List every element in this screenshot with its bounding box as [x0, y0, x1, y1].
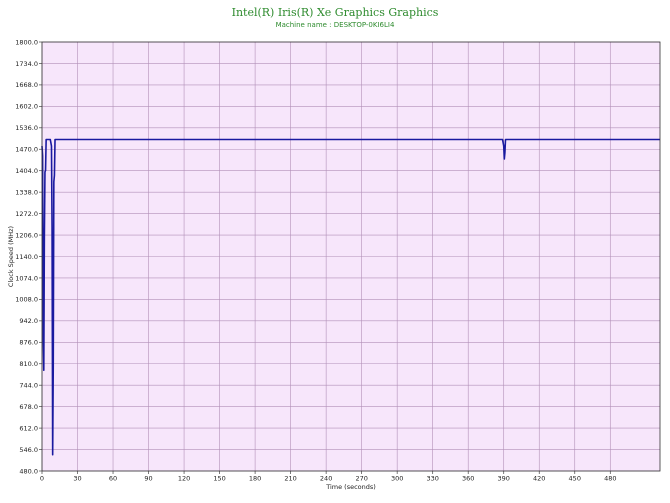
y-tick-label: 1404.0 — [15, 167, 38, 175]
y-tick-label: 744.0 — [19, 382, 38, 390]
x-tick-label: 450 — [569, 475, 581, 483]
y-tick-label: 1338.0 — [15, 188, 38, 196]
x-tick-label: 390 — [498, 475, 510, 483]
y-tick-label: 1602.0 — [15, 103, 38, 111]
y-tick-label: 678.0 — [19, 403, 38, 411]
y-tick-label: 1734.0 — [15, 60, 38, 68]
y-tick-label: 1272.0 — [15, 210, 38, 218]
x-tick-label: 30 — [73, 475, 81, 483]
y-tick-label: 612.0 — [19, 424, 38, 432]
x-tick-label: 360 — [462, 475, 474, 483]
clock-speed-chart: 1800.0 1734.0 1668.0 1602.0 1536.0 1470.0 1404… — [7, 38, 661, 491]
y-tick-label: 1800.0 — [15, 38, 38, 46]
y-tick-label: 810.0 — [19, 360, 38, 368]
x-tick-label: 240 — [320, 475, 332, 483]
x-tick-label: 480 — [604, 475, 616, 483]
x-tick-label: 300 — [391, 475, 403, 483]
y-tick-label: 1536.0 — [15, 124, 38, 132]
y-tick-label: 1140.0 — [15, 253, 38, 261]
y-axis-ticks: 1800.0 1734.0 1668.0 1602.0 1536.0 1470.0 1404… — [15, 38, 42, 475]
y-tick-label: 1008.0 — [15, 296, 38, 304]
y-tick-label: 480.0 — [19, 467, 38, 475]
y-tick-label: 1206.0 — [15, 231, 38, 239]
x-tick-label: 0 — [40, 475, 44, 483]
x-axis-label: Time (seconds) — [325, 483, 376, 491]
x-tick-label: 330 — [426, 475, 438, 483]
y-tick-label: 546.0 — [19, 446, 38, 454]
y-tick-label: 1470.0 — [15, 146, 38, 154]
x-tick-label: 210 — [284, 475, 296, 483]
y-tick-label: 1668.0 — [15, 81, 38, 89]
x-tick-label: 180 — [249, 475, 261, 483]
grid — [41, 41, 660, 472]
x-tick-label: 150 — [213, 475, 225, 483]
y-axis-label: Clock Speed (MHz) — [7, 226, 15, 287]
x-tick-label: 90 — [144, 475, 152, 483]
x-tick-label: 120 — [178, 475, 190, 483]
y-tick-label: 876.0 — [19, 339, 38, 347]
x-axis-ticks: 0 30 60 90 120 150 180 210 240 270 300 330 360 390 420… — [40, 471, 616, 483]
x-tick-label: 60 — [109, 475, 117, 483]
y-tick-label: 942.0 — [19, 317, 38, 325]
x-tick-label: 420 — [533, 475, 545, 483]
x-tick-label: 270 — [355, 475, 367, 483]
y-tick-label: 1074.0 — [15, 274, 38, 282]
